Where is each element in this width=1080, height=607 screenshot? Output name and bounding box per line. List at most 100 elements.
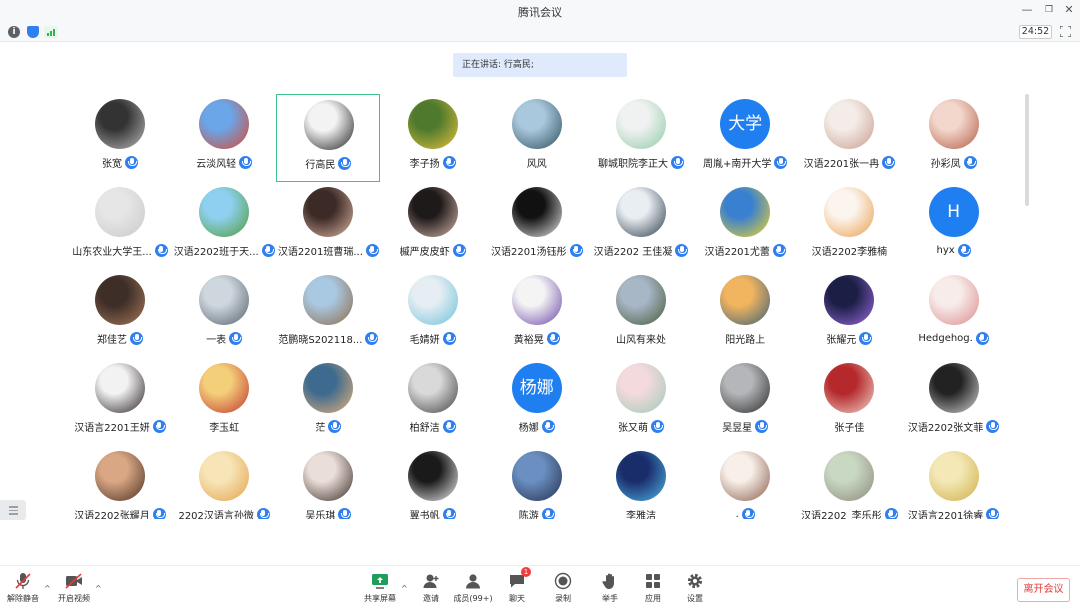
- avatar: [824, 275, 875, 325]
- participant-tile[interactable]: 张宽: [68, 94, 172, 182]
- participant-name: 汉语言2201徐睿: [907, 510, 984, 520]
- participant-tile[interactable]: 汉语2202张文菲: [902, 358, 1006, 446]
- participant-tile[interactable]: 汉语2201汤钰彤: [485, 182, 589, 270]
- participant-tile[interactable]: 张又萌: [589, 358, 693, 446]
- meeting-toolbar: 解除静音 ^ 开启视频 ^ 共享屏幕 ^ 邀请 成员(99+) 1 聊天 录制 …: [0, 565, 1080, 607]
- participant-name-row: 李雅洁: [583, 506, 699, 520]
- avatar: [824, 451, 875, 501]
- avatar: [95, 363, 145, 413]
- participant-tile[interactable]: 李玉虹: [172, 358, 276, 446]
- avatar: [95, 187, 145, 237]
- participant-tile[interactable]: 2202汉语言孙微: [172, 446, 276, 519]
- invite-button[interactable]: 邀请: [408, 572, 454, 606]
- video-options-caret[interactable]: ^: [95, 584, 102, 593]
- participant-tile[interactable]: 汉语言2201王妍: [68, 358, 172, 446]
- participant-tile[interactable]: 李雅洁: [589, 446, 693, 519]
- participant-name: 槭严皮皮虾: [399, 246, 450, 258]
- participant-tile[interactable]: 孙彩凤: [902, 94, 1006, 182]
- participant-tile[interactable]: Hedgehog.: [902, 270, 1006, 358]
- participant-tile[interactable]: 吴昱星: [693, 358, 797, 446]
- fullscreen-icon[interactable]: [1060, 26, 1071, 37]
- record-icon: [554, 572, 572, 590]
- raise-hand-button[interactable]: 举手: [587, 572, 633, 606]
- participant-tile[interactable]: 阳光路上: [693, 270, 797, 358]
- participant-tile[interactable]: 李子扬: [381, 94, 485, 182]
- participant-tile[interactable]: 云淡风轻: [172, 94, 276, 182]
- participant-name: 张子佳: [834, 422, 865, 434]
- start-video-button[interactable]: 开启视频: [51, 572, 97, 606]
- participant-tile[interactable]: 张耀元: [797, 270, 901, 358]
- participant-tile[interactable]: 范鹏晓S202118...: [276, 270, 380, 358]
- participant-name: 汉语2202 王佳凝: [593, 246, 673, 258]
- avatar: [616, 363, 666, 413]
- video-off-icon: [65, 573, 82, 589]
- side-list-toggle[interactable]: [0, 500, 26, 520]
- mic-icon: [755, 419, 769, 433]
- participant-tile[interactable]: 柏舒洁: [381, 358, 485, 446]
- participant-tile[interactable]: .: [693, 446, 797, 519]
- close-icon[interactable]: ✕: [1062, 3, 1076, 17]
- security-shield-icon[interactable]: [27, 26, 39, 38]
- participant-tile[interactable]: 翼书帆: [381, 446, 485, 519]
- participant-tile[interactable]: 汉语2201班曹瑞...: [276, 182, 380, 270]
- participant-tile[interactable]: 毛婧妍: [381, 270, 485, 358]
- participant-tile[interactable]: 汉语2202李雅楠: [797, 182, 901, 270]
- share-options-caret[interactable]: ^: [401, 584, 408, 593]
- speaking-indicator: 正在讲话: 行高民;: [453, 53, 627, 77]
- participant-tile[interactable]: 槭严皮皮虾: [381, 182, 485, 270]
- avatar: [616, 187, 666, 237]
- participant-tile[interactable]: 杨娜 杨娜: [485, 358, 589, 446]
- participant-name-row: 汉语2202张耀月: [68, 506, 178, 519]
- participant-tile[interactable]: 陈游: [485, 446, 589, 519]
- participant-name: 汉语2202李雅楠: [811, 246, 888, 258]
- leave-meeting-button[interactable]: 离开会议: [1017, 578, 1070, 602]
- participant-tile[interactable]: 张子佳: [797, 358, 901, 446]
- participant-tile[interactable]: 一表: [172, 270, 276, 358]
- participant-tile[interactable]: 汉语2202班于天...: [172, 182, 276, 270]
- participant-tile[interactable]: 山风有来处: [589, 270, 693, 358]
- minimize-icon[interactable]: —: [1020, 3, 1034, 17]
- participant-tile[interactable]: 汉语2202_李乐彤: [797, 446, 901, 519]
- participant-name-row: 范鹏晓S202118...: [270, 330, 386, 346]
- participant-tile[interactable]: 行高民: [276, 94, 381, 182]
- participant-name-row: 汉语言2201王妍: [68, 418, 178, 434]
- avatar: [824, 363, 875, 413]
- network-signal-icon[interactable]: [44, 26, 58, 38]
- participant-tile[interactable]: 汉语2201尤蕾: [693, 182, 797, 270]
- participant-tile[interactable]: 郑佳艺: [68, 270, 172, 358]
- record-label: 录制: [555, 594, 571, 603]
- info-icon[interactable]: i: [8, 26, 20, 38]
- maximize-icon[interactable]: ❐: [1042, 3, 1056, 17]
- avatar: 杨娜: [511, 363, 562, 413]
- participant-name: 张又萌: [618, 422, 648, 434]
- members-button[interactable]: 成员(99+): [450, 572, 496, 606]
- unmute-button[interactable]: 解除静音: [0, 572, 46, 606]
- participant-tile[interactable]: 聊城职院李正大: [589, 94, 693, 182]
- raise-hand-label: 举手: [602, 594, 618, 603]
- participant-tile[interactable]: 山东农业大学王...: [68, 182, 172, 270]
- participant-tile[interactable]: 大学 周胤+南开大学: [693, 94, 797, 182]
- audio-options-caret[interactable]: ^: [44, 584, 51, 593]
- participant-tile[interactable]: 茫: [276, 358, 380, 446]
- participant-tile[interactable]: 汉语2202张耀月: [68, 446, 172, 519]
- participant-tile[interactable]: 汉语2201张一冉: [797, 94, 901, 182]
- participant-name-row: 槭严皮皮虾: [375, 242, 491, 258]
- participant-name-row: 周胤+南开大学: [687, 154, 803, 170]
- participant-name: hyx: [936, 244, 955, 256]
- grid-scrollbar[interactable]: [1025, 94, 1029, 206]
- participant-tile[interactable]: 风风: [485, 94, 589, 182]
- participant-name-row: Hedgehog.: [896, 330, 1012, 346]
- participant-tile[interactable]: 吴乐琪: [276, 446, 380, 519]
- members-icon: [466, 574, 480, 589]
- participant-name-row: 郑佳艺: [68, 330, 178, 346]
- participant-tile[interactable]: Hhyx: [902, 182, 1006, 270]
- participant-tile[interactable]: 汉语2202 王佳凝: [589, 182, 693, 270]
- share-screen-button[interactable]: 共享屏幕: [357, 572, 403, 606]
- chat-button[interactable]: 1 聊天: [494, 567, 540, 606]
- record-button[interactable]: 录制: [540, 572, 586, 606]
- participant-name-row: 汉语2202李雅楠: [791, 242, 907, 258]
- participant-tile[interactable]: 黄裕晃: [485, 270, 589, 358]
- settings-button[interactable]: 设置: [672, 572, 718, 606]
- participant-tile[interactable]: 汉语言2201徐睿: [902, 446, 1006, 519]
- apps-button[interactable]: 应用: [630, 572, 676, 606]
